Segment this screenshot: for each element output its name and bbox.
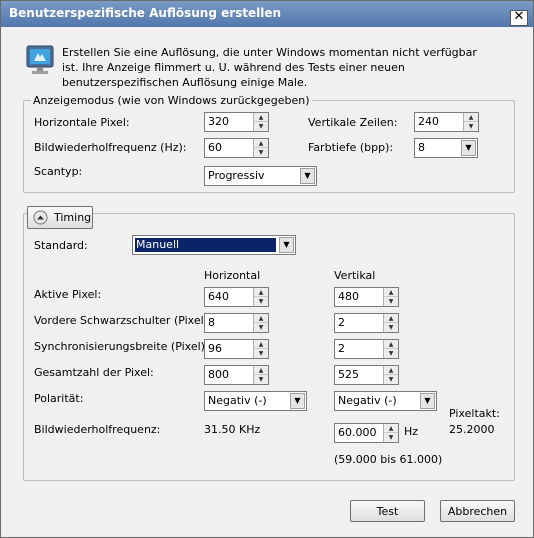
h-pixels-label: Horizontale Pixel: [34,116,130,129]
spin-up-icon[interactable]: ▲ [384,424,398,433]
pixel-clock-label: Pixeltakt: [449,407,500,420]
spin-down-icon[interactable]: ▼ [384,433,398,442]
cancel-button[interactable]: Abbrechen [440,500,515,522]
standard-label: Standard: [34,239,88,252]
display-mode-legend: Anzeigemodus (wie von Windows zurückgege… [31,94,312,107]
h-pixels-spinner[interactable]: 320 ▲ ▼ [204,112,269,132]
dropdown-arrow-icon[interactable]: ▼ [290,393,305,409]
sync-h-spinner[interactable]: 96 ▲ ▼ [204,339,269,359]
color-depth-label: Farbtiefe (bpp): [308,141,394,154]
collapse-up-icon [33,210,48,225]
sync-width-label: Synchronisierungsbreite (Pixel): [34,340,209,353]
v-refresh-spinner[interactable]: 60.000 ▲ ▼ [334,423,399,443]
timing-toggle-button[interactable]: Timing [27,206,93,229]
spin-up-icon[interactable]: ▲ [464,113,478,122]
dropdown-arrow-icon[interactable]: ▼ [461,140,476,156]
spin-down-icon[interactable]: ▼ [254,122,268,131]
spin-down-icon[interactable]: ▼ [384,323,398,332]
title-bar: Benutzerspezifische Auflösung erstellen … [1,1,533,27]
spin-up-icon[interactable]: ▲ [384,314,398,323]
polarity-v-select[interactable]: Negativ (-) ▼ [334,391,437,411]
hz-unit-label: Hz [404,425,419,438]
polarity-h-select[interactable]: Negativ (-) ▼ [204,391,307,411]
total-h-spinner[interactable]: 800 ▲ ▼ [204,365,269,385]
spin-down-icon[interactable]: ▼ [464,122,478,131]
spin-up-icon[interactable]: ▲ [254,139,268,148]
dialog-window: Benutzerspezifische Auflösung erstellen … [0,0,534,538]
spin-up-icon[interactable]: ▲ [384,340,398,349]
v-lines-spinner[interactable]: 240 ▲ ▼ [414,112,479,132]
spin-down-icon[interactable]: ▼ [254,349,268,358]
porch-h-spinner[interactable]: 8 ▲ ▼ [204,313,269,333]
spin-up-icon[interactable]: ▲ [254,314,268,323]
v-lines-label: Vertikale Zeilen: [308,116,398,129]
spin-down-icon[interactable]: ▼ [254,323,268,332]
active-h-spinner[interactable]: 640 ▲ ▼ [204,287,269,307]
h-frequency-value: 31.50 KHz [204,423,261,436]
standard-select[interactable]: Manuell ▼ [132,235,296,255]
spin-down-icon[interactable]: ▼ [254,297,268,306]
spin-down-icon[interactable]: ▼ [254,375,268,384]
spin-up-icon[interactable]: ▲ [254,340,268,349]
spin-up-icon[interactable]: ▲ [384,366,398,375]
timing-refresh-label: Bildwiederholfrequenz: [34,423,161,436]
spin-up-icon[interactable]: ▲ [254,288,268,297]
scan-type-select[interactable]: Progressiv ▼ [204,166,317,186]
dropdown-arrow-icon[interactable]: ▼ [420,393,435,409]
vertical-column-header: Vertikal [334,269,376,282]
polarity-label: Polarität: [34,392,84,405]
dropdown-arrow-icon[interactable]: ▼ [300,168,315,184]
horizontal-column-header: Horizontal [204,269,261,282]
active-v-spinner[interactable]: 480 ▲ ▼ [334,287,399,307]
spin-down-icon[interactable]: ▼ [384,375,398,384]
intro-text: Erstellen Sie eine Auflösung, die unter … [62,46,477,89]
spin-up-icon[interactable]: ▲ [384,288,398,297]
spin-up-icon[interactable]: ▲ [254,113,268,122]
spin-up-icon[interactable]: ▲ [254,366,268,375]
porch-v-spinner[interactable]: 2 ▲ ▼ [334,313,399,333]
front-porch-label: Vordere Schwarzschulter (Pixel): [34,314,212,327]
refresh-label: Bildwiederholfrequenz (Hz): [34,141,187,154]
color-depth-select[interactable]: 8 ▼ [414,138,478,158]
scan-type-label: Scantyp: [34,165,83,178]
spin-down-icon[interactable]: ▼ [384,297,398,306]
total-v-spinner[interactable]: 525 ▲ ▼ [334,365,399,385]
spin-down-icon[interactable]: ▼ [384,349,398,358]
test-button[interactable]: Test [350,500,425,522]
pixel-clock-value: 25.2000 [449,423,495,436]
close-button[interactable]: ✕ [510,10,528,26]
total-pixels-label: Gesamtzahl der Pixel: [34,366,154,379]
dropdown-arrow-icon[interactable]: ▼ [279,237,294,253]
active-pixels-label: Aktive Pixel: [34,288,102,301]
window-title: Benutzerspezifische Auflösung erstellen [9,6,282,20]
refresh-range-text: (59.000 bis 61.000) [334,453,443,466]
monitor-icon [26,45,54,74]
spin-down-icon[interactable]: ▼ [254,148,268,157]
refresh-spinner[interactable]: 60 ▲ ▼ [204,138,269,158]
sync-v-spinner[interactable]: 2 ▲ ▼ [334,339,399,359]
